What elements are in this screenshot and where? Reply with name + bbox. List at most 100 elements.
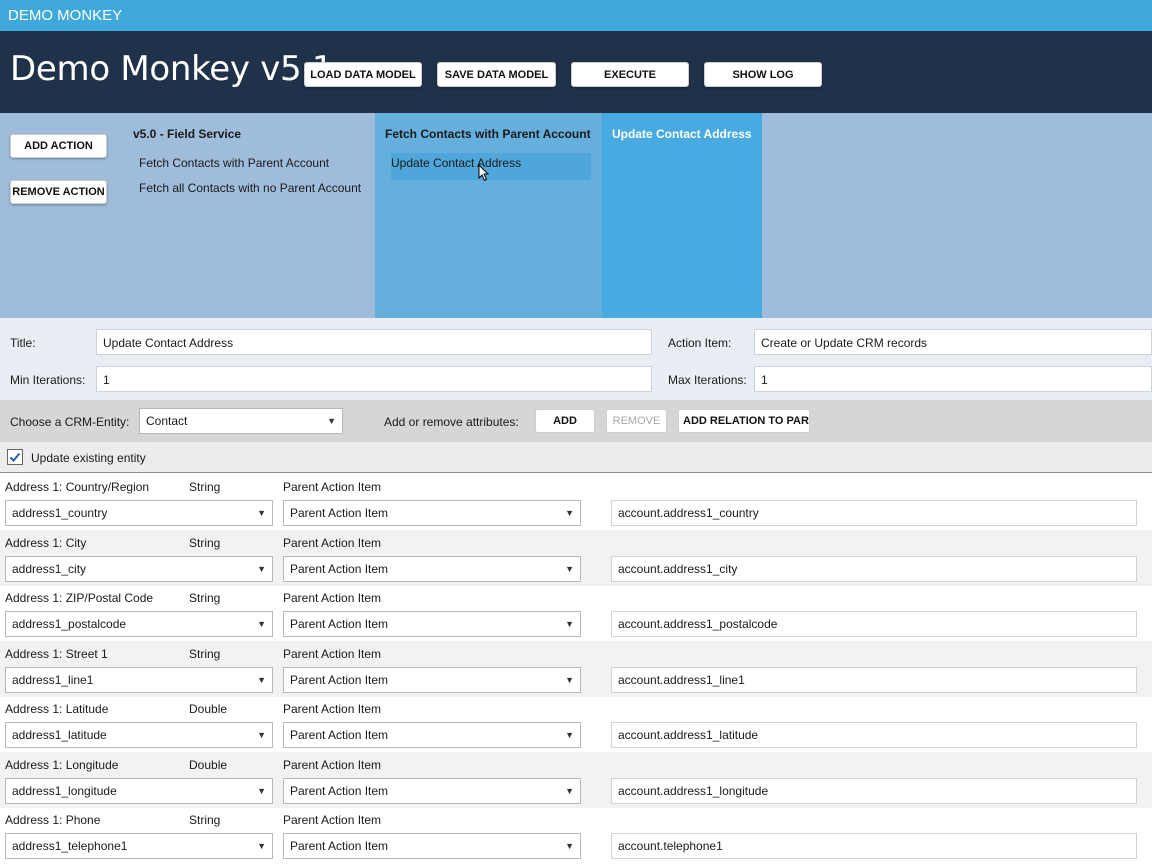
chevron-down-icon: ▼ — [565, 841, 574, 851]
attribute-type: Double — [189, 758, 228, 772]
choose-entity-label: Choose a CRM-Entity: — [10, 415, 130, 429]
attribute-type: Double — [189, 702, 228, 716]
source-header: Parent Action Item — [283, 702, 382, 716]
attribute-field-value: address1_postalcode — [12, 617, 127, 631]
update-existing-checkbox[interactable] — [7, 449, 23, 465]
source-value: Parent Action Item — [290, 562, 389, 576]
save-data-model-button[interactable]: SAVE DATA MODEL — [437, 62, 556, 87]
remove-action-button[interactable]: REMOVE ACTION — [10, 180, 107, 204]
attribute-field-value: address1_longitude — [12, 784, 117, 798]
source-select[interactable]: Parent Action Item ▼ — [283, 500, 581, 526]
source-select[interactable]: Parent Action Item ▼ — [283, 722, 581, 748]
source-select[interactable]: Parent Action Item ▼ — [283, 556, 581, 582]
attribute-field-select[interactable]: address1_latitude ▼ — [5, 722, 273, 748]
source-header: Parent Action Item — [283, 647, 382, 661]
chevron-down-icon: ▼ — [257, 786, 266, 796]
add-attribute-button[interactable]: ADD — [535, 409, 595, 433]
entity-select-value: Contact — [146, 414, 188, 428]
attribute-value-input[interactable]: account.address1_longitude — [611, 778, 1137, 804]
min-iterations-input[interactable]: 1 — [96, 366, 652, 392]
attribute-field-select[interactable]: address1_city ▼ — [5, 556, 273, 582]
update-existing-bar — [0, 442, 1152, 473]
load-data-model-button[interactable]: LOAD DATA MODEL — [304, 62, 422, 87]
tree-item-fetch-with-parent[interactable]: Fetch Contacts with Parent Account — [139, 156, 329, 170]
tree-column-update[interactable] — [602, 113, 762, 318]
attribute-row: Address 1: Street 1 String Parent Action I… — [0, 641, 1152, 697]
title-input[interactable]: Update Contact Address — [96, 329, 652, 355]
window-title: DEMO MONKEY — [8, 7, 123, 24]
source-header: Parent Action Item — [283, 813, 382, 827]
source-value: Parent Action Item — [290, 506, 389, 520]
attribute-field-select[interactable]: address1_line1 ▼ — [5, 667, 273, 693]
pointer-cursor-icon — [478, 164, 490, 182]
chevron-down-icon: ▼ — [565, 786, 574, 796]
attribute-value-input[interactable]: account.address1_line1 — [611, 667, 1137, 693]
chevron-down-icon: ▼ — [565, 675, 574, 685]
execute-button[interactable]: EXECUTE — [571, 62, 689, 87]
attribute-row: Address 1: ZIP/Postal Code String Parent A… — [0, 585, 1152, 641]
column-title-fetch: Fetch Contacts with Parent Account — [385, 127, 591, 141]
column-title-update: Update Contact Address — [612, 127, 752, 141]
attribute-list: Address 1: Country/Region String Parent Ac… — [0, 474, 1152, 865]
attribute-type: String — [189, 480, 221, 494]
attribute-row: Address 1: Longitude Double Parent Action … — [0, 752, 1152, 808]
source-value: Parent Action Item — [290, 728, 389, 742]
attribute-field-value: address1_latitude — [12, 728, 107, 742]
attribute-label: Address 1: Country/Region — [5, 480, 150, 494]
attribute-value-input[interactable]: account.address1_city — [611, 556, 1137, 582]
chevron-down-icon: ▼ — [565, 564, 574, 574]
app-title: Demo Monkey v5.1 — [10, 49, 334, 89]
max-iterations-label: Max Iterations: — [668, 373, 747, 387]
max-iterations-input[interactable]: 1 — [754, 366, 1152, 392]
source-value: Parent Action Item — [290, 673, 389, 687]
attribute-field-select[interactable]: address1_telephone1 ▼ — [5, 833, 273, 859]
attribute-label: Address 1: Latitude — [5, 702, 109, 716]
attribute-type: String — [189, 813, 221, 827]
tree-root-item[interactable]: v5.0 - Field Service — [133, 127, 241, 141]
attribute-field-value: address1_telephone1 — [12, 839, 128, 853]
attribute-row: Address 1: Country/Region String Parent Ac… — [0, 474, 1152, 530]
remove-attribute-button[interactable]: REMOVE — [606, 409, 667, 433]
source-value: Parent Action Item — [290, 839, 389, 853]
source-header: Parent Action Item — [283, 591, 382, 605]
attribute-label: Address 1: Street 1 — [5, 647, 108, 661]
source-select[interactable]: Parent Action Item ▼ — [283, 833, 581, 859]
attribute-row: Address 1: Latitude Double Parent Action I… — [0, 696, 1152, 752]
attribute-field-select[interactable]: address1_postalcode ▼ — [5, 611, 273, 637]
chevron-down-icon: ▼ — [257, 841, 266, 851]
attribute-label: Address 1: City — [5, 536, 87, 550]
source-select[interactable]: Parent Action Item ▼ — [283, 778, 581, 804]
attribute-value-input[interactable]: account.address1_postalcode — [611, 611, 1137, 637]
chevron-down-icon: ▼ — [257, 619, 266, 629]
attribute-value-input[interactable]: account.address1_country — [611, 500, 1137, 526]
attribute-type: String — [189, 647, 221, 661]
update-existing-label: Update existing entity — [31, 451, 146, 465]
action-item-input[interactable]: Create or Update CRM records — [754, 329, 1152, 355]
attribute-field-select[interactable]: address1_country ▼ — [5, 500, 273, 526]
show-log-button[interactable]: SHOW LOG — [704, 62, 822, 87]
attribute-field-value: address1_line1 — [12, 673, 94, 687]
source-value: Parent Action Item — [290, 617, 389, 631]
tree-item-update-contact-address[interactable]: Update Contact Address — [391, 156, 521, 170]
add-action-button[interactable]: ADD ACTION — [10, 134, 107, 158]
source-header: Parent Action Item — [283, 536, 382, 550]
attribute-type: String — [189, 536, 221, 550]
entity-select[interactable]: Contact ▼ — [139, 408, 343, 434]
attribute-field-select[interactable]: address1_longitude ▼ — [5, 778, 273, 804]
attributes-label: Add or remove attributes: — [384, 415, 519, 429]
chevron-down-icon: ▼ — [257, 508, 266, 518]
attribute-type: String — [189, 591, 221, 605]
attribute-value-input[interactable]: account.address1_latitude — [611, 722, 1137, 748]
chevron-down-icon: ▼ — [257, 564, 266, 574]
attribute-value-input[interactable]: account.telephone1 — [611, 833, 1137, 859]
add-relation-button[interactable]: ADD RELATION TO PAREN — [678, 409, 810, 433]
min-iterations-label: Min Iterations: — [10, 373, 86, 387]
tree-item-fetch-no-parent[interactable]: Fetch all Contacts with no Parent Accoun… — [139, 181, 361, 195]
title-label: Title: — [10, 336, 36, 350]
attribute-field-value: address1_country — [12, 506, 108, 520]
source-select[interactable]: Parent Action Item ▼ — [283, 611, 581, 637]
source-select[interactable]: Parent Action Item ▼ — [283, 667, 581, 693]
chevron-down-icon: ▼ — [327, 416, 336, 426]
attribute-label: Address 1: Phone — [5, 813, 101, 827]
chevron-down-icon: ▼ — [257, 730, 266, 740]
